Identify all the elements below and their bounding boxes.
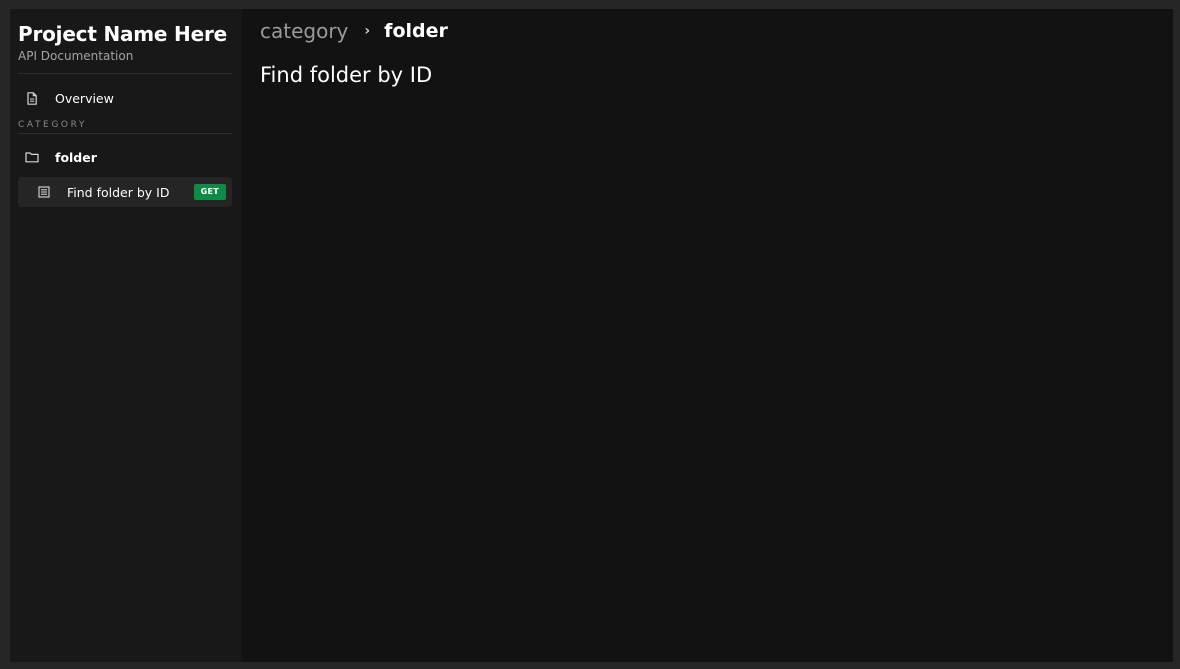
sidebar-item-endpoint[interactable]: Find folder by ID GET bbox=[18, 177, 232, 207]
project-subtitle: API Documentation bbox=[18, 49, 134, 63]
project-title: Project Name Here bbox=[18, 22, 227, 46]
section-label-category: CATEGORY bbox=[18, 120, 87, 130]
app-frame: Project Name Here API Documentation Over… bbox=[10, 9, 1173, 662]
page-title: Find folder by ID bbox=[260, 63, 433, 87]
sidebar-item-label: Find folder by ID bbox=[67, 184, 170, 200]
sidebar-divider bbox=[18, 73, 232, 74]
sidebar-item-folder[interactable]: folder bbox=[18, 142, 232, 172]
sidebar-item-overview[interactable]: Overview bbox=[18, 83, 232, 113]
folder-icon bbox=[25, 150, 39, 164]
section-divider bbox=[18, 133, 232, 134]
breadcrumb: category › folder bbox=[260, 9, 1173, 53]
sidebar: Project Name Here API Documentation Over… bbox=[10, 9, 242, 662]
sidebar-item-label: Overview bbox=[55, 90, 114, 106]
breadcrumb-category[interactable]: category bbox=[260, 19, 348, 43]
chevron-right-icon: › bbox=[364, 23, 371, 39]
sidebar-item-label: folder bbox=[55, 149, 97, 165]
document-icon bbox=[25, 91, 39, 105]
breadcrumb-current: folder bbox=[384, 20, 448, 42]
method-badge: GET bbox=[193, 184, 226, 200]
list-document-icon bbox=[37, 185, 51, 199]
main-content: category › folder Find folder by ID bbox=[242, 9, 1173, 662]
